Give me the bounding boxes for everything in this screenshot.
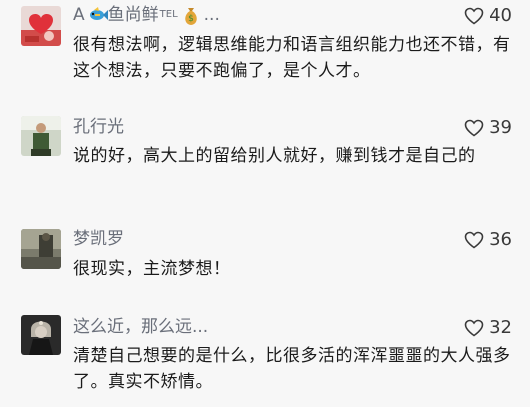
like-button[interactable]: 32 xyxy=(464,317,512,339)
comment-text: 清楚自己想要的是什么，比很多活的浑浑噩噩的大人强多了。真实不矫情。 xyxy=(73,346,511,392)
username-prefix: A xyxy=(73,5,85,25)
heart-outline-icon xyxy=(464,7,484,25)
money-bag-emoji-icon: $ xyxy=(181,6,201,25)
comment-text: 很现实，主流梦想！ xyxy=(73,259,231,279)
username-suffix: ... xyxy=(203,5,220,25)
fish-emoji-icon xyxy=(88,6,108,24)
like-count: 40 xyxy=(489,5,512,26)
comment-text: 很有想法啊，逻辑思维能力和语言组织能力也还不错，有这个想法，只要不跑偏了，是个人… xyxy=(73,35,511,81)
heart-outline-icon xyxy=(464,119,484,137)
like-button[interactable]: 40 xyxy=(464,5,512,27)
username[interactable]: 这么近，那么远... xyxy=(73,316,208,338)
like-button[interactable]: 36 xyxy=(464,229,512,251)
comment-text: 说的好，高大上的留给别人就好，赚到钱才是自己的 xyxy=(73,146,476,166)
username[interactable]: 梦凯罗 xyxy=(73,228,124,250)
avatar[interactable] xyxy=(21,315,61,355)
like-count: 39 xyxy=(489,117,512,138)
heart-outline-icon xyxy=(464,231,484,249)
avatar[interactable] xyxy=(21,6,61,46)
username[interactable]: A 鱼尚鲜 TEL $ ... xyxy=(73,4,220,26)
like-button[interactable]: 39 xyxy=(464,117,512,139)
like-count: 36 xyxy=(489,229,512,250)
username-main: 鱼尚鲜 xyxy=(107,5,159,25)
heart-outline-icon xyxy=(464,319,484,337)
username[interactable]: 孔行光 xyxy=(73,116,124,138)
avatar[interactable] xyxy=(21,229,61,269)
avatar[interactable] xyxy=(21,116,61,156)
like-count: 32 xyxy=(489,317,512,338)
svg-text:$: $ xyxy=(188,14,194,24)
username-superscript: TEL xyxy=(159,9,178,20)
